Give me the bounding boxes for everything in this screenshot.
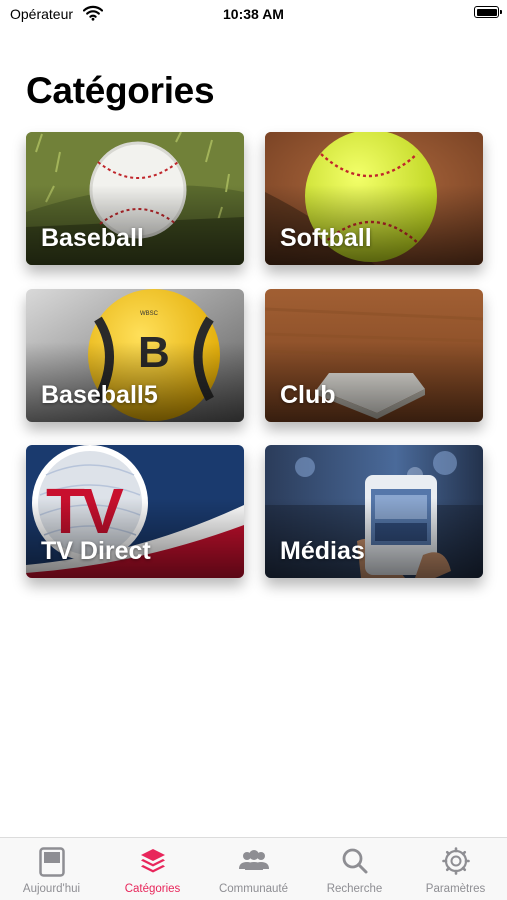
- tab-communaute[interactable]: Communauté: [203, 838, 304, 900]
- tab-label: Aujourd'hui: [22, 883, 81, 895]
- battery-icon: [474, 6, 502, 18]
- tab-categories[interactable]: Catégories: [102, 838, 203, 900]
- category-label: Club: [280, 381, 336, 409]
- tab-label: Paramètres: [425, 883, 486, 895]
- category-tile-medias[interactable]: Médias: [265, 445, 483, 578]
- tab-parametres[interactable]: Paramètres: [405, 838, 506, 900]
- category-label: Baseball5: [41, 381, 158, 409]
- status-bar: Opérateur 10:38 AM: [0, 0, 507, 30]
- category-tile-baseball[interactable]: Baseball: [26, 132, 244, 265]
- tab-label: Catégories: [124, 883, 181, 895]
- tab-label: Recherche: [326, 883, 383, 895]
- people-icon: [238, 850, 269, 870]
- today-icon: [38, 847, 65, 877]
- tab-label: Communauté: [218, 883, 289, 895]
- category-tile-softball[interactable]: Softball: [265, 132, 483, 265]
- status-time: 10:38 AM: [223, 6, 284, 22]
- page-title: Catégories: [26, 70, 215, 111]
- category-tile-tv-direct[interactable]: TV TV Direct: [26, 445, 244, 578]
- ball-brand-text: WBSC: [140, 311, 159, 317]
- category-tile-club[interactable]: Club: [265, 289, 483, 422]
- tab-bar: Aujourd'hui Catégories Communauté Recher…: [0, 837, 507, 900]
- category-label: Médias: [280, 537, 365, 565]
- search-icon: [342, 848, 367, 874]
- category-label: TV Direct: [41, 537, 151, 565]
- tab-recherche[interactable]: Recherche: [304, 838, 405, 900]
- category-tile-baseball5[interactable]: WBSC B Baseball5: [26, 289, 244, 422]
- layers-icon: [140, 849, 165, 873]
- category-label: Softball: [280, 224, 372, 252]
- tab-aujourdhui[interactable]: Aujourd'hui: [1, 838, 102, 900]
- category-label: Baseball: [41, 224, 144, 252]
- gear-icon: [441, 847, 470, 875]
